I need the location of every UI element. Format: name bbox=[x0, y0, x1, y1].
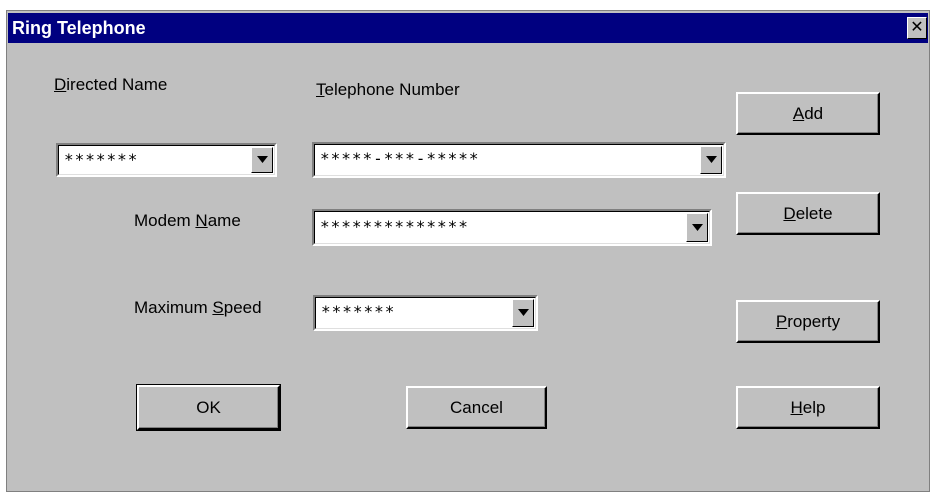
maximum-speed-dropdown-button[interactable] bbox=[512, 299, 534, 327]
ok-button[interactable]: OK bbox=[136, 384, 281, 431]
directed-name-label: Directed Name bbox=[54, 75, 168, 94]
close-button[interactable]: ✕ bbox=[907, 17, 927, 39]
modem-name-value: ************** bbox=[320, 217, 469, 236]
modem-name-dropdown-button[interactable] bbox=[686, 213, 708, 242]
maximum-speed-dropdown[interactable]: ******* bbox=[313, 295, 538, 331]
telephone-number-dropdown-button[interactable] bbox=[700, 146, 722, 174]
telephone-number-label: Telephone Number bbox=[316, 80, 460, 99]
chevron-down-icon bbox=[257, 156, 268, 163]
close-icon: ✕ bbox=[910, 19, 924, 36]
window-title: Ring Telephone bbox=[12, 18, 146, 38]
chevron-down-icon bbox=[706, 156, 717, 163]
cancel-button[interactable]: Cancel bbox=[406, 386, 547, 429]
property-button[interactable]: Property bbox=[736, 300, 880, 343]
telephone-number-value: *****-***-***** bbox=[320, 149, 480, 168]
help-button[interactable]: Help bbox=[736, 386, 880, 429]
directed-name-dropdown-button[interactable] bbox=[251, 147, 273, 173]
title-bar: Ring Telephone ✕ bbox=[8, 13, 928, 43]
maximum-speed-value: ******* bbox=[321, 302, 396, 321]
add-button[interactable]: Add bbox=[736, 92, 880, 135]
directed-name-dropdown[interactable]: ******* bbox=[56, 143, 277, 177]
directed-name-value: ******* bbox=[64, 150, 139, 169]
maximum-speed-label: Maximum Speed bbox=[134, 298, 262, 317]
delete-button[interactable]: Delete bbox=[736, 192, 880, 235]
chevron-down-icon bbox=[518, 309, 529, 316]
modem-name-dropdown[interactable]: ************** bbox=[312, 209, 712, 246]
chevron-down-icon bbox=[692, 223, 703, 231]
modem-name-label: Modem Name bbox=[134, 211, 241, 230]
telephone-number-dropdown[interactable]: *****-***-***** bbox=[312, 142, 726, 178]
